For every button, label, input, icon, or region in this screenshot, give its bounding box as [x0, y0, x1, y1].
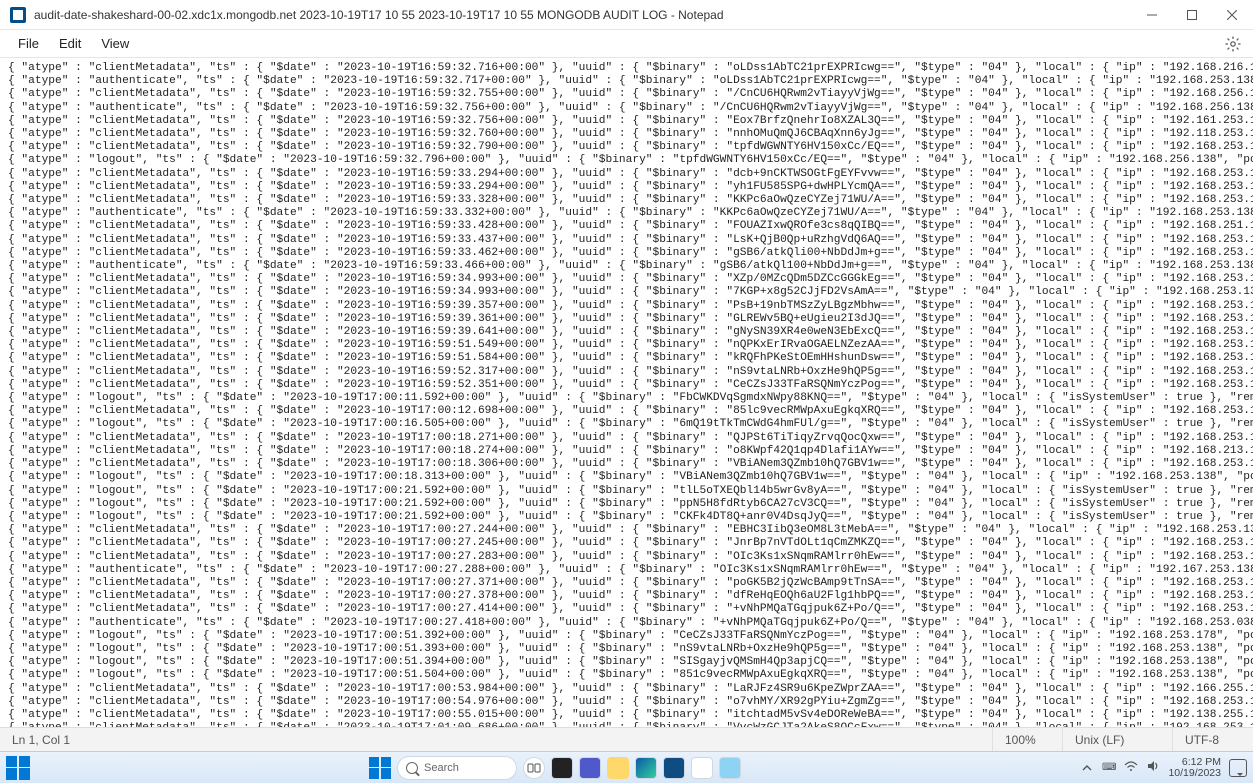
tray-date: 10/19/2023 [1168, 768, 1221, 779]
statusbar: Ln 1, Col 1 100% Unix (LF) UTF-8 [0, 727, 1253, 751]
log-line: { "atype" : "clientMetadata", "ts" : { "… [8, 273, 1245, 286]
status-line-ending: Unix (LF) [1063, 728, 1173, 751]
menu-file[interactable]: File [8, 32, 49, 55]
log-line: { "atype" : "clientMetadata", "ts" : { "… [8, 590, 1245, 603]
log-line: { "atype" : "clientMetadata", "ts" : { "… [8, 234, 1245, 247]
notepad-app-icon [10, 7, 26, 23]
log-line: { "atype" : "clientMetadata", "ts" : { "… [8, 181, 1245, 194]
log-line: { "atype" : "clientMetadata", "ts" : { "… [8, 313, 1245, 326]
start-button[interactable] [369, 757, 391, 779]
log-line: { "atype" : "clientMetadata", "ts" : { "… [8, 115, 1245, 128]
menu-view[interactable]: View [91, 32, 139, 55]
taskbar-search[interactable]: Search [397, 756, 517, 780]
tray-clock[interactable]: 6:12 PM 10/19/2023 [1168, 757, 1221, 779]
app-icon-1[interactable] [691, 757, 713, 779]
maximize-button[interactable] [1179, 2, 1205, 28]
log-line: { "atype" : "authenticate", "ts" : { "$d… [8, 207, 1245, 220]
log-line: { "atype" : "logout", "ts" : { "$date" :… [8, 630, 1245, 643]
log-line: { "atype" : "logout", "ts" : { "$date" :… [8, 498, 1245, 511]
log-line: { "atype" : "logout", "ts" : { "$date" :… [8, 643, 1245, 656]
log-line: { "atype" : "clientMetadata", "ts" : { "… [8, 339, 1245, 352]
system-tray: ⌨ 6:12 PM 10/19/2023 [1080, 757, 1247, 779]
tray-time: 6:12 PM [1182, 757, 1221, 768]
log-line: { "atype" : "clientMetadata", "ts" : { "… [8, 405, 1245, 418]
log-line: { "atype" : "clientMetadata", "ts" : { "… [8, 128, 1245, 141]
log-line: { "atype" : "logout", "ts" : { "$date" :… [8, 471, 1245, 484]
copilot-icon[interactable] [551, 757, 573, 779]
tray-overflow-icon[interactable] [1080, 761, 1094, 775]
window-controls [1139, 2, 1245, 28]
taskbar: Search ⌨ 6:12 PM 10/19/2023 [0, 751, 1253, 783]
log-line: { "atype" : "logout", "ts" : { "$date" :… [8, 154, 1245, 167]
log-line: { "atype" : "clientMetadata", "ts" : { "… [8, 524, 1245, 537]
minimize-button[interactable] [1139, 2, 1165, 28]
log-line: { "atype" : "clientMetadata", "ts" : { "… [8, 683, 1245, 696]
status-encoding: UTF-8 [1173, 728, 1253, 751]
menubar: File Edit View [0, 30, 1253, 58]
log-line: { "atype" : "clientMetadata", "ts" : { "… [8, 194, 1245, 207]
log-line: { "atype" : "logout", "ts" : { "$date" :… [8, 511, 1245, 524]
log-line: { "atype" : "authenticate", "ts" : { "$d… [8, 75, 1245, 88]
log-line: { "atype" : "clientMetadata", "ts" : { "… [8, 551, 1245, 564]
start-widgets-icon[interactable] [6, 756, 30, 780]
titlebar: audit-date-shakeshard-00-02.xdc1x.mongod… [0, 0, 1253, 30]
log-line: { "atype" : "clientMetadata", "ts" : { "… [8, 537, 1245, 550]
log-line: { "atype" : "logout", "ts" : { "$date" :… [8, 485, 1245, 498]
log-line: { "atype" : "clientMetadata", "ts" : { "… [8, 300, 1245, 313]
search-icon [406, 762, 418, 774]
log-line: { "atype" : "clientMetadata", "ts" : { "… [8, 247, 1245, 260]
log-line: { "atype" : "logout", "ts" : { "$date" :… [8, 418, 1245, 431]
log-line: { "atype" : "logout", "ts" : { "$date" :… [8, 392, 1245, 405]
tray-keyboard-icon[interactable]: ⌨ [1102, 762, 1116, 773]
log-line: { "atype" : "authenticate", "ts" : { "$d… [8, 260, 1245, 273]
tray-volume-icon[interactable] [1146, 759, 1160, 776]
log-line: { "atype" : "authenticate", "ts" : { "$d… [8, 564, 1245, 577]
tray-wifi-icon[interactable] [1124, 759, 1138, 776]
log-line: { "atype" : "clientMetadata", "ts" : { "… [8, 168, 1245, 181]
log-line: { "atype" : "clientMetadata", "ts" : { "… [8, 220, 1245, 233]
taskbar-center: Search [30, 756, 1080, 780]
notepad-taskbar-icon[interactable] [719, 757, 741, 779]
log-line: { "atype" : "clientMetadata", "ts" : { "… [8, 696, 1245, 709]
log-line: { "atype" : "clientMetadata", "ts" : { "… [8, 366, 1245, 379]
settings-gear-icon[interactable] [1225, 36, 1241, 52]
log-line: { "atype" : "clientMetadata", "ts" : { "… [8, 709, 1245, 722]
log-line: { "atype" : "authenticate", "ts" : { "$d… [8, 617, 1245, 630]
taskview-icon[interactable] [523, 757, 545, 779]
window-title: audit-date-shakeshard-00-02.xdc1x.mongod… [34, 8, 1139, 22]
log-line: { "atype" : "authenticate", "ts" : { "$d… [8, 102, 1245, 115]
teams-icon[interactable] [579, 757, 601, 779]
close-button[interactable] [1219, 2, 1245, 28]
edge-browser-icon[interactable] [635, 757, 657, 779]
log-line: { "atype" : "clientMetadata", "ts" : { "… [8, 352, 1245, 365]
log-line: { "atype" : "logout", "ts" : { "$date" :… [8, 656, 1245, 669]
log-line: { "atype" : "logout", "ts" : { "$date" :… [8, 669, 1245, 682]
status-zoom[interactable]: 100% [993, 728, 1063, 751]
log-line: { "atype" : "clientMetadata", "ts" : { "… [8, 432, 1245, 445]
log-line: { "atype" : "clientMetadata", "ts" : { "… [8, 603, 1245, 616]
file-explorer-icon[interactable] [607, 757, 629, 779]
store-icon[interactable] [663, 757, 685, 779]
log-line: { "atype" : "clientMetadata", "ts" : { "… [8, 88, 1245, 101]
search-placeholder: Search [424, 762, 459, 774]
menu-edit[interactable]: Edit [49, 32, 91, 55]
notification-center-icon[interactable] [1229, 759, 1247, 777]
editor-content[interactable]: { "atype" : "clientMetadata", "ts" : { "… [0, 58, 1253, 727]
log-line: { "atype" : "clientMetadata", "ts" : { "… [8, 141, 1245, 154]
status-cursor-position: Ln 1, Col 1 [0, 728, 993, 751]
log-line: { "atype" : "clientMetadata", "ts" : { "… [8, 458, 1245, 471]
log-line: { "atype" : "clientMetadata", "ts" : { "… [8, 326, 1245, 339]
log-line: { "atype" : "clientMetadata", "ts" : { "… [8, 577, 1245, 590]
log-line: { "atype" : "clientMetadata", "ts" : { "… [8, 379, 1245, 392]
log-line: { "atype" : "clientMetadata", "ts" : { "… [8, 286, 1245, 299]
log-line: { "atype" : "clientMetadata", "ts" : { "… [8, 62, 1245, 75]
log-line: { "atype" : "clientMetadata", "ts" : { "… [8, 445, 1245, 458]
